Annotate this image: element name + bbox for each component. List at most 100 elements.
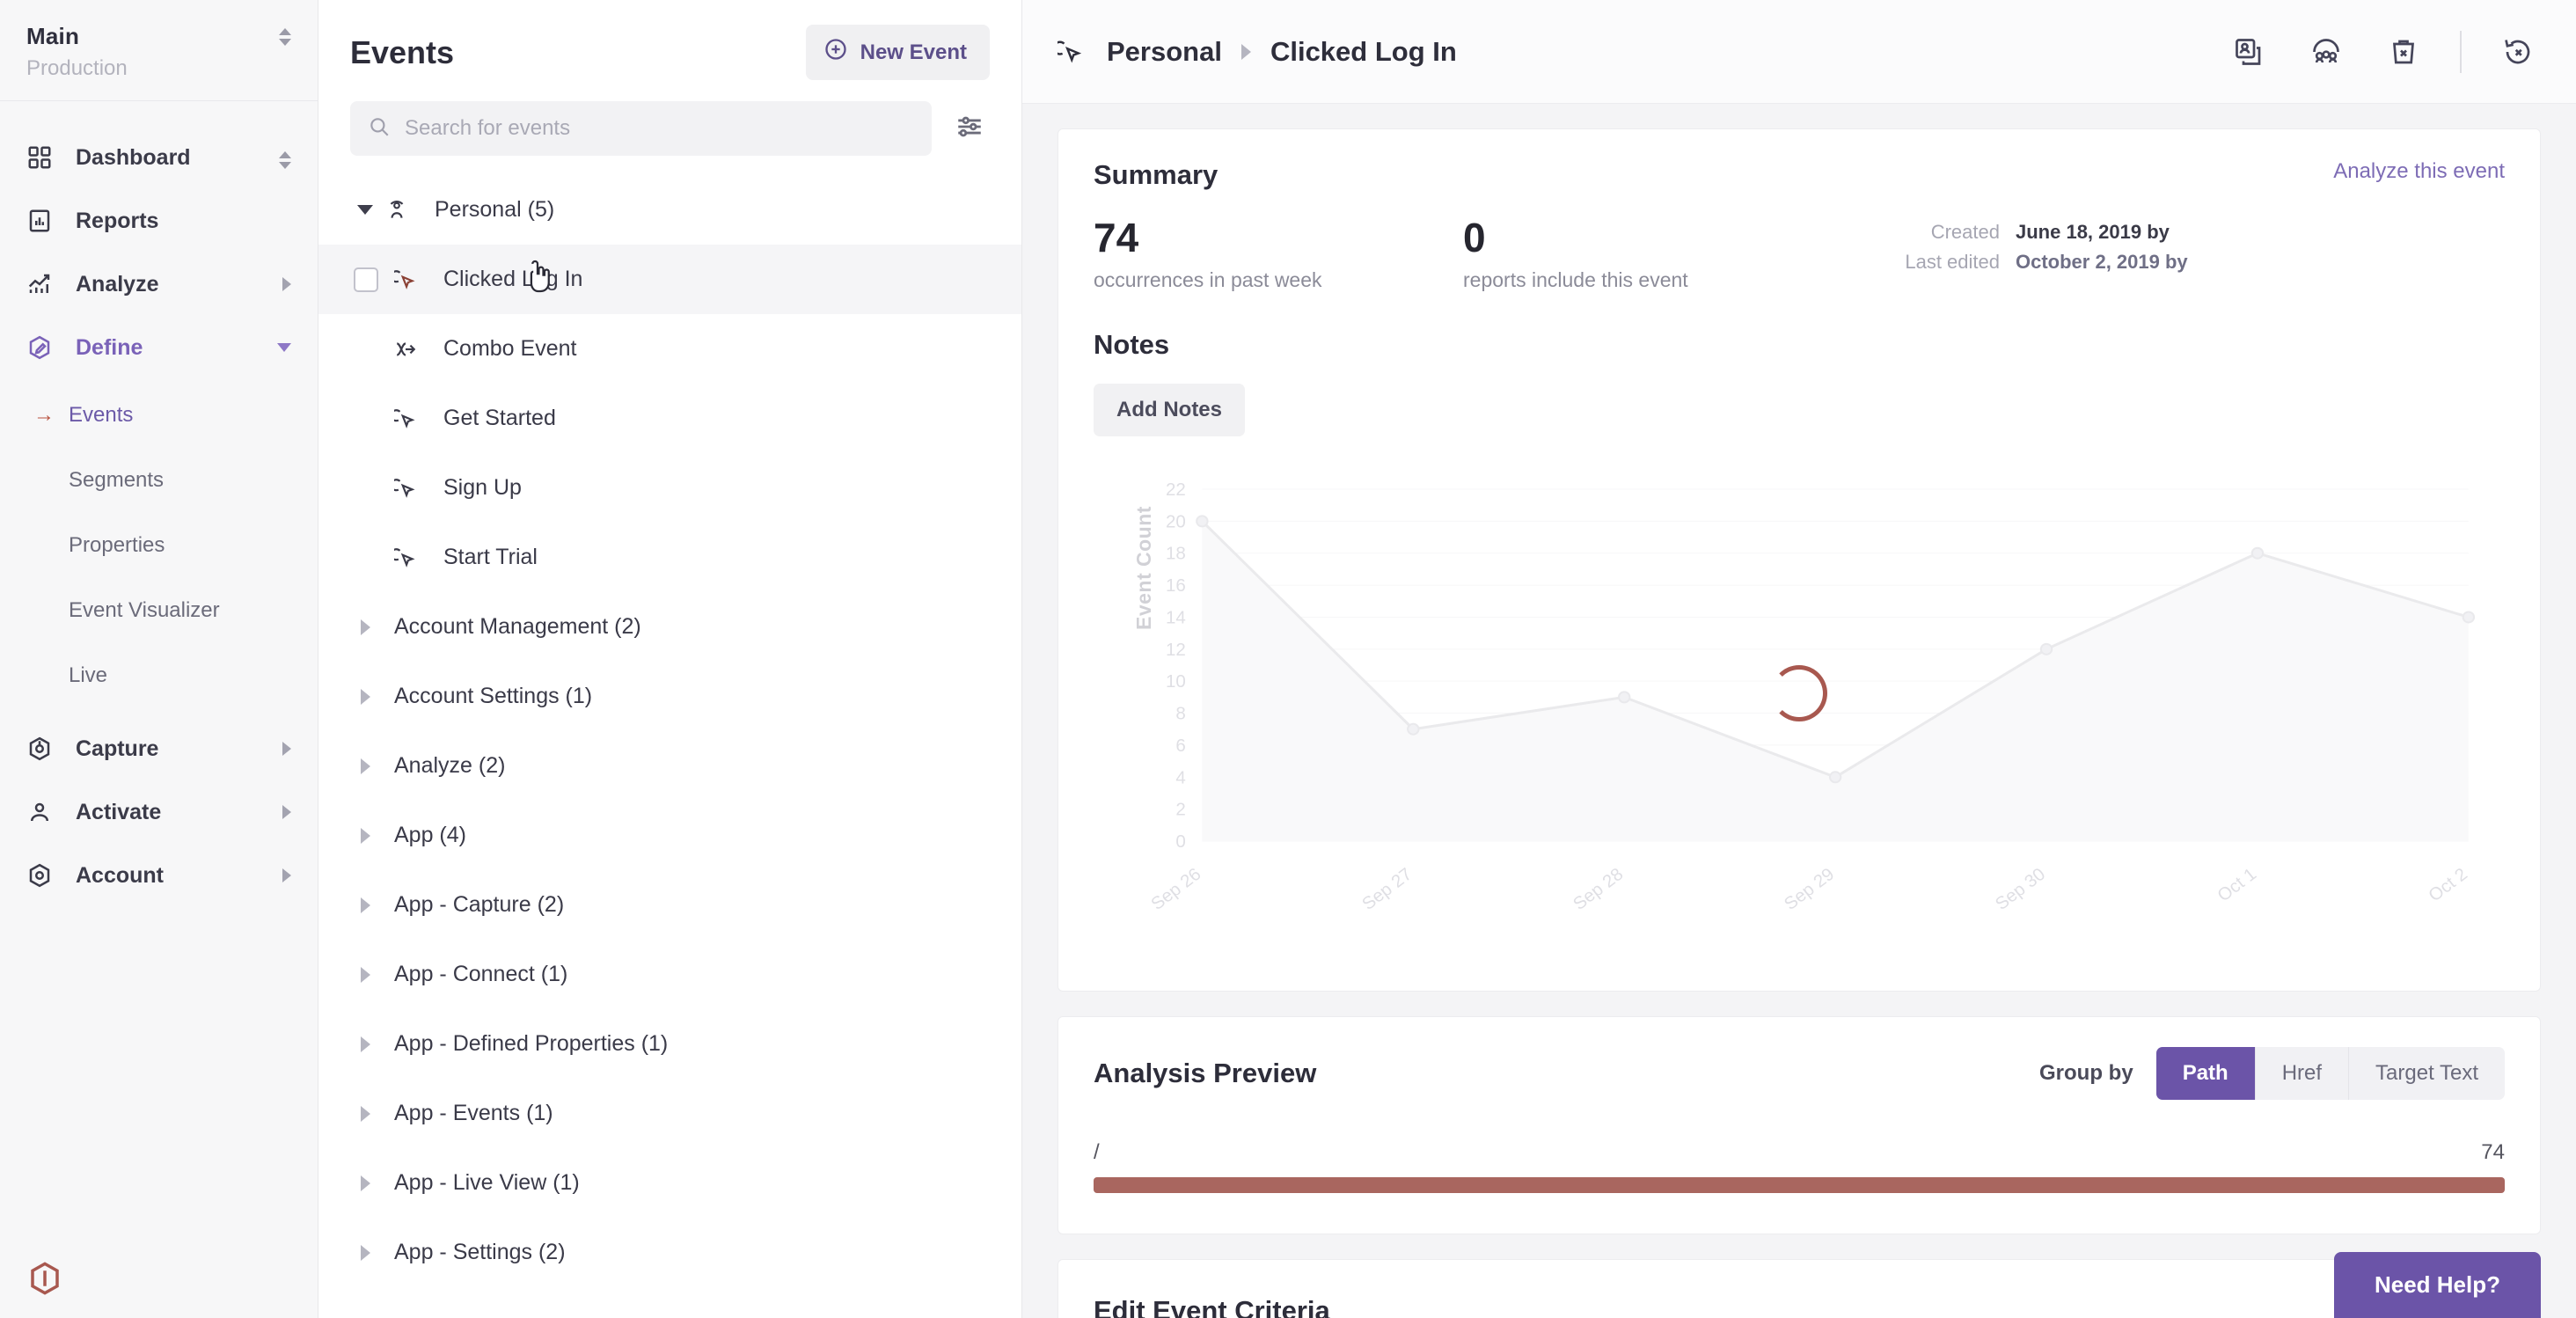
tree-group-app-events[interactable]: App - Events (1) (318, 1079, 1021, 1148)
row-checkbox[interactable] (354, 267, 378, 292)
chevron-right-icon[interactable] (282, 742, 291, 756)
tree-item-sign-up[interactable]: Sign Up (318, 453, 1021, 523)
define-icon (26, 334, 63, 361)
sidebar-item-label: Dashboard (76, 144, 191, 170)
tree-group-label: App - Events (1) (394, 1101, 553, 1125)
events-search-row (318, 96, 1021, 175)
analyze-this-event-link[interactable]: Analyze this event (2333, 159, 2505, 184)
caret-right-icon[interactable] (345, 619, 385, 635)
tree-group-app-connect[interactable]: App - Connect (1) (318, 940, 1021, 1009)
events-panel-title: Events (350, 33, 455, 70)
workspace-text: Main Production (26, 23, 128, 81)
metadata-label: Last edited (1905, 251, 2000, 274)
analysis-bar-row: / 74 (1094, 1140, 2505, 1193)
breadcrumb-root[interactable]: Personal (1107, 36, 1222, 68)
sidebar-item-properties[interactable]: Properties (0, 513, 318, 578)
tree-group-label: App - Connect (1) (394, 962, 568, 986)
caret-right-icon[interactable] (345, 827, 385, 844)
sidebar-item-reports[interactable]: Reports (0, 189, 318, 253)
sidebar-subitem-label: Event Visualizer (69, 598, 220, 622)
tree-group-personal[interactable]: Personal (5) (318, 175, 1021, 245)
sidebar-item-capture[interactable]: Capture (0, 717, 318, 780)
trash-icon[interactable] (2382, 31, 2425, 73)
sidebar-item-dashboard[interactable]: Dashboard (0, 126, 318, 189)
group-by-label: Group by (2039, 1061, 2133, 1085)
svg-text:Oct 2: Oct 2 (2426, 865, 2471, 905)
stat-value: 74 (1094, 215, 1139, 260)
dashboard-stepper-icon[interactable] (279, 146, 291, 169)
sidebar-item-label: Account (76, 862, 164, 888)
group-by-option-target-text[interactable]: Target Text (2349, 1047, 2505, 1100)
grid-icon (26, 144, 63, 171)
chevron-right-icon[interactable] (282, 805, 291, 819)
search-input[interactable] (405, 116, 914, 141)
group-by-option-href[interactable]: Href (2255, 1047, 2350, 1100)
report-icon (26, 208, 63, 234)
header-actions (2228, 30, 2539, 73)
history-icon[interactable] (2497, 31, 2539, 73)
summary-card: Summary Analyze this event 74 occurrence… (1057, 128, 2541, 992)
stat-value: 0 (1463, 215, 1486, 260)
svg-text:Sep 27: Sep 27 (1358, 865, 1416, 914)
sidebar-item-define[interactable]: Define (0, 316, 318, 379)
tree-item-label: Sign Up (443, 475, 522, 500)
sidebar-subitem-label: Segments (69, 468, 165, 492)
new-event-button[interactable]: New Event (805, 25, 990, 80)
group-by-option-path[interactable]: Path (2155, 1047, 2256, 1100)
tree-group-app-live-view[interactable]: App - Live View (1) (318, 1148, 1021, 1218)
app-logo-icon[interactable] (26, 1260, 63, 1297)
svg-text:2: 2 (1175, 801, 1185, 820)
metadata-last-edited: Last edited October 2, 2019 by (1868, 247, 2187, 277)
caret-right-icon[interactable] (345, 897, 385, 913)
sidebar-item-segments[interactable]: Segments (0, 448, 318, 513)
nav-list: Dashboard Reports Analyze Define → Event… (0, 101, 318, 1318)
sidebar-item-event-visualizer[interactable]: Event Visualizer (0, 578, 318, 643)
sidebar-item-live[interactable]: Live (0, 643, 318, 708)
search-input-wrapper[interactable] (350, 101, 932, 156)
tree-group-app[interactable]: App (4) (318, 801, 1021, 870)
tree-item-clicked-log-in[interactable]: Clicked Log In (318, 245, 1021, 314)
add-notes-button[interactable]: Add Notes (1094, 384, 1245, 436)
tree-group-account-settings[interactable]: Account Settings (1) (318, 662, 1021, 731)
caret-right-icon[interactable] (345, 966, 385, 983)
workspace-stepper-icon[interactable] (279, 23, 291, 46)
sidebar-item-account[interactable]: Account (0, 844, 318, 907)
stat-caption: occurrences in past week (1094, 268, 1322, 291)
sidebar-subitem-label: Live (69, 663, 108, 687)
tree-item-combo-event[interactable]: Combo Event (318, 314, 1021, 384)
tree-group-app-capture[interactable]: App - Capture (2) (318, 870, 1021, 940)
caret-right-icon[interactable] (345, 1105, 385, 1122)
tree-group-analyze[interactable]: Analyze (2) (318, 731, 1021, 801)
events-tree: Personal (5) Clicked Log In Combo Event … (318, 175, 1021, 1318)
sidebar-item-activate[interactable]: Activate (0, 780, 318, 844)
caret-right-icon[interactable] (345, 1036, 385, 1052)
tree-group-app-defined-properties[interactable]: App - Defined Properties (1) (318, 1009, 1021, 1079)
chevron-right-icon[interactable] (282, 277, 291, 291)
chevron-down-icon[interactable] (277, 343, 291, 352)
left-sidebar: Main Production Dashboard Reports Analyz… (0, 0, 318, 1318)
chevron-right-icon[interactable] (282, 868, 291, 882)
caret-right-icon[interactable] (345, 1244, 385, 1261)
stat-caption: reports include this event (1463, 268, 1688, 291)
svg-text:16: 16 (1166, 576, 1186, 596)
sidebar-item-events[interactable]: → Events (0, 383, 318, 448)
caret-right-icon[interactable] (345, 688, 385, 705)
click-icon (394, 477, 435, 500)
caret-right-icon[interactable] (345, 1175, 385, 1191)
tree-item-get-started[interactable]: Get Started (318, 384, 1021, 453)
tree-group-account-management[interactable]: Account Management (2) (318, 592, 1021, 662)
workspace-switcher[interactable]: Main Production (0, 0, 318, 101)
caret-right-icon[interactable] (345, 758, 385, 774)
combo-icon (394, 338, 435, 361)
action-divider (2460, 30, 2462, 73)
tree-item-start-trial[interactable]: Start Trial (318, 523, 1021, 592)
share-icon[interactable] (2305, 31, 2347, 73)
need-help-button[interactable]: Need Help? (2333, 1252, 2541, 1318)
tree-group-label: Account Management (2) (394, 614, 641, 639)
caret-down-icon[interactable] (345, 205, 385, 215)
filter-settings-icon[interactable] (949, 106, 990, 151)
duplicate-icon[interactable] (2228, 31, 2270, 73)
sidebar-item-analyze[interactable]: Analyze (0, 253, 318, 316)
tree-group-app-settings[interactable]: App - Settings (2) (318, 1218, 1021, 1287)
tree-group-label: App - Capture (2) (394, 892, 565, 917)
